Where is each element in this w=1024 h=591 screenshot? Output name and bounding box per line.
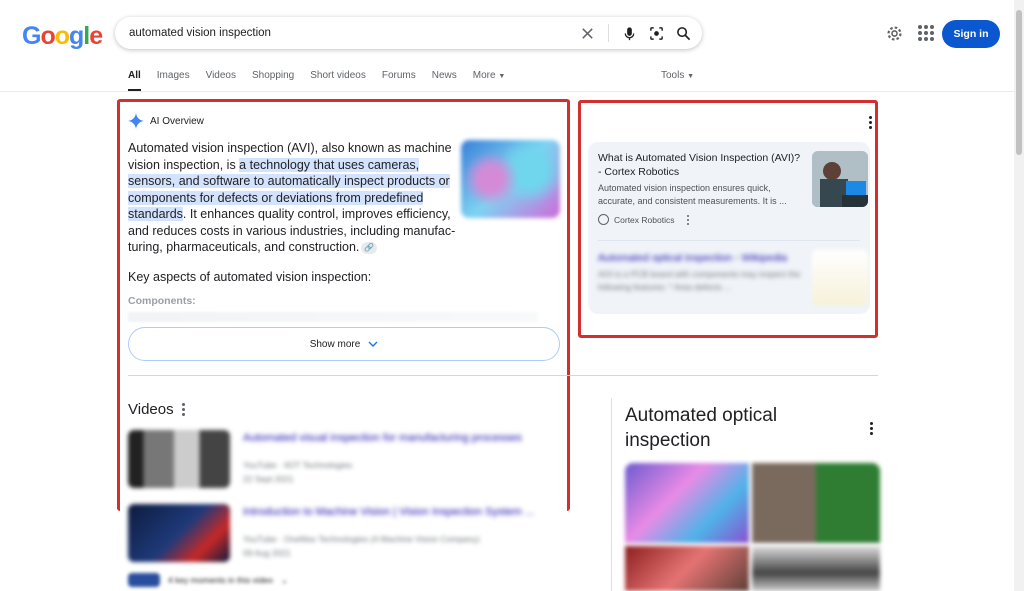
more-options-icon[interactable] <box>687 214 690 225</box>
key-aspects-heading: Key aspects of automated vision inspecti… <box>128 270 372 284</box>
ai-overview-text: Automated vision inspection (AVI), also … <box>128 140 458 256</box>
tab-all[interactable]: All <box>128 70 141 91</box>
videos-heading: Videos <box>128 401 185 418</box>
ai-overview-header: AI Overview <box>128 113 204 129</box>
clear-icon[interactable] <box>579 25 596 42</box>
section-separator <box>128 375 878 376</box>
blurred-result-image[interactable] <box>812 250 868 306</box>
source-card-snippet: Automated vision inspection ensures quic… <box>598 183 787 206</box>
faded-text <box>128 312 538 322</box>
more-options-icon[interactable] <box>869 116 872 129</box>
microphone-icon[interactable] <box>621 25 638 42</box>
logo-letter: o <box>54 22 70 50</box>
caret-down-icon: ▼ <box>687 73 695 80</box>
source-card-title[interactable]: What is Automated Vision Inspection (AVI… <box>598 151 803 179</box>
scrollbar-thumb[interactable] <box>1016 10 1022 155</box>
knowledge-panel-image[interactable] <box>752 546 880 591</box>
gemini-sparkle-icon <box>128 113 144 129</box>
caret-down-icon: ▼ <box>498 73 506 80</box>
show-more-button[interactable]: Show more <box>128 327 560 361</box>
search-icon[interactable] <box>675 25 692 42</box>
key-moments-label: 4 key moments in this video <box>168 575 273 585</box>
video-source: YouTube · OneMax Technologies (A Machine… <box>243 534 480 544</box>
tab-images[interactable]: Images <box>157 70 190 90</box>
knowledge-panel-image[interactable] <box>625 546 749 591</box>
more-options-icon[interactable] <box>870 422 873 435</box>
knowledge-panel-image[interactable] <box>752 463 880 543</box>
tools-button[interactable]: Tools ▼ <box>661 70 694 81</box>
chevron-down-icon <box>368 341 378 347</box>
header-divider <box>0 91 1014 92</box>
link-icon[interactable]: 🔗 <box>361 241 378 254</box>
tab-forums[interactable]: Forums <box>382 70 416 90</box>
blurred-result-snippet: AOI is a PCB board with components may i… <box>598 269 801 292</box>
ai-overview-image[interactable] <box>461 140 560 218</box>
search-actions <box>579 17 692 49</box>
video-title[interactable]: Automated visual inspection for manufact… <box>243 432 522 444</box>
key-moments-row[interactable]: 4 key moments in this video ⌄ <box>128 573 288 587</box>
video-title[interactable]: Introduction to Machine Vision | Vision … <box>243 506 534 518</box>
video-meta: YouTube · OneMax Technologies (A Machine… <box>243 532 480 560</box>
tools-label: Tools <box>661 70 685 81</box>
video-result[interactable]: Automated visual inspection for manufact… <box>128 430 568 488</box>
knowledge-panel-image[interactable] <box>625 463 749 543</box>
gear-icon[interactable] <box>886 25 903 42</box>
blurred-result-title[interactable]: Automated optical inspection - Wikipedia <box>598 252 787 264</box>
google-logo[interactable]: Google <box>22 22 103 51</box>
video-thumbnail[interactable] <box>128 430 230 488</box>
source-name: Cortex Robotics <box>614 214 675 225</box>
video-thumbnail[interactable] <box>128 504 230 562</box>
logo-letter: e <box>89 22 103 50</box>
search-divider <box>608 24 609 42</box>
knowledge-panel-divider <box>611 398 612 591</box>
video-result[interactable]: Introduction to Machine Vision | Vision … <box>128 504 568 562</box>
videos-title: Videos <box>128 401 174 418</box>
tab-more[interactable]: More ▼ <box>473 70 506 90</box>
source-card-source[interactable]: Cortex Robotics <box>598 214 690 225</box>
site-favicon-icon <box>598 214 609 225</box>
ai-overview-label: AI Overview <box>150 115 204 127</box>
key-moments-thumbnail <box>128 573 160 587</box>
tab-videos[interactable]: Videos <box>206 70 236 90</box>
video-source: YouTube · IIOT Technologies <box>243 460 353 470</box>
logo-letter: o <box>40 22 55 50</box>
search-tabs: All Images Videos Shopping Short videos … <box>128 70 521 91</box>
logo-letter: g <box>69 22 84 50</box>
show-more-label: Show more <box>309 338 361 350</box>
video-meta: YouTube · IIOT Technologies 22 Sept 2021 <box>243 458 352 486</box>
components-heading: Components: <box>128 295 196 307</box>
logo-letter: G <box>22 22 41 50</box>
tab-more-label: More <box>472 70 496 81</box>
tab-short-videos[interactable]: Short videos <box>310 70 366 90</box>
sign-in-button[interactable]: Sign in <box>942 20 1000 48</box>
tab-shopping[interactable]: Shopping <box>252 70 294 90</box>
lens-icon[interactable] <box>648 25 665 42</box>
video-date: 09 Aug 2021 <box>243 548 291 558</box>
more-options-icon[interactable] <box>181 403 185 416</box>
page-scrollbar[interactable] <box>1014 0 1024 591</box>
video-date: 22 Sept 2021 <box>243 474 294 484</box>
search-box <box>115 17 702 49</box>
source-card-divider <box>598 240 860 241</box>
search-input[interactable] <box>129 17 569 49</box>
knowledge-panel-title: Automated optical inspection <box>625 405 778 451</box>
source-card-image[interactable] <box>812 151 868 207</box>
chevron-down-icon: ⌄ <box>280 574 289 585</box>
tab-news[interactable]: News <box>432 70 457 90</box>
apps-grid-icon[interactable] <box>918 25 934 41</box>
